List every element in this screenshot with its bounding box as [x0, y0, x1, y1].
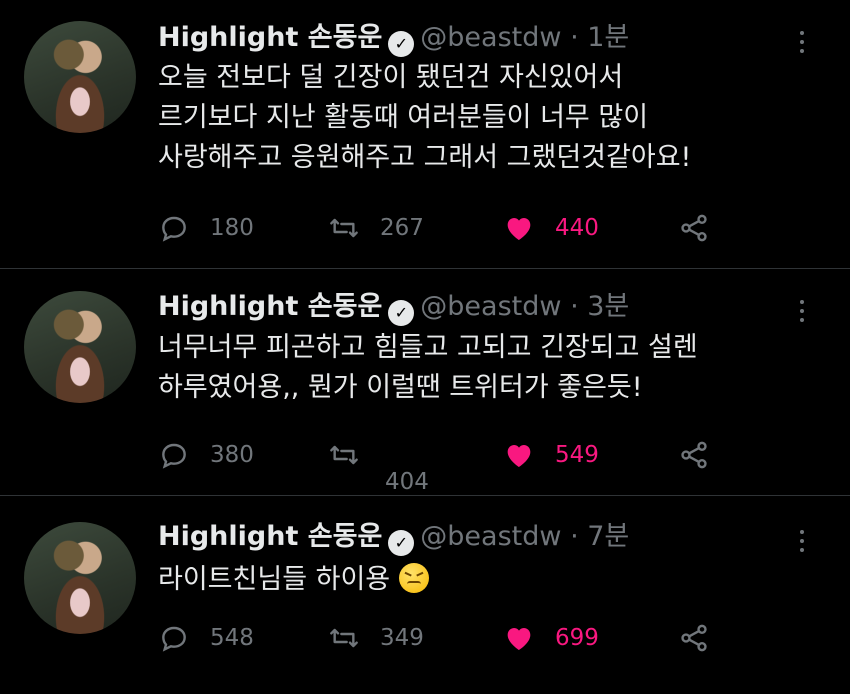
- retweet-button[interactable]: [328, 435, 360, 475]
- tweet-line: 하루였어용,, 뭔가 이럴땐 트위터가 좋은듯!: [158, 372, 643, 403]
- reply-count: 548: [210, 625, 254, 651]
- tweet-text: 너무너무 피곤하고 힘들고 고되고 긴장되고 설렌 하루였어용,, 뭔가 이럴땐…: [158, 328, 698, 408]
- tweet-text: 오늘 전보다 덜 긴장이 됐던건 자신있어서 르기보다 지난 활동때 여러분들이…: [158, 58, 691, 178]
- retweet-button[interactable]: 267: [328, 208, 424, 248]
- like-count: 699: [555, 625, 599, 651]
- more-icon[interactable]: [800, 26, 804, 58]
- tweet-3[interactable]: Highlight 손동운 ✓ @beastdw · 7분 라이트친님들 하이용 5…: [0, 496, 850, 694]
- tweet-line: 사랑해주고 응원해주고 그래서 그랬던것같아요!: [158, 142, 692, 173]
- heart-icon: [507, 628, 531, 650]
- like-button[interactable]: 440: [503, 208, 599, 248]
- tweet-line: 오늘 전보다 덜 긴장이 됐던건 자신있어서: [158, 62, 624, 93]
- share-button[interactable]: [678, 208, 710, 248]
- reply-count: 180: [210, 215, 254, 241]
- tweet-header: Highlight 손동운 ✓ @beastdw · 7분: [158, 521, 629, 556]
- avatar[interactable]: [24, 291, 136, 403]
- retweet-count: 404: [385, 469, 429, 495]
- verified-badge-icon: ✓: [388, 31, 415, 57]
- tweet-2[interactable]: Highlight 손동운 ✓ @beastdw · 3분 너무너무 피곤하고 힘들…: [0, 269, 850, 495]
- handle[interactable]: @beastdw: [420, 22, 561, 53]
- timestamp[interactable]: 3분: [587, 291, 629, 322]
- handle[interactable]: @beastdw: [420, 521, 561, 552]
- retweet-icon: [330, 628, 358, 648]
- timestamp[interactable]: 7분: [587, 521, 629, 552]
- retweet-button[interactable]: 349: [328, 618, 424, 658]
- tweet-line: 라이트친님들 하이용: [158, 560, 429, 600]
- retweet-count: 267: [380, 215, 424, 241]
- timestamp[interactable]: 1분: [587, 22, 629, 53]
- like-button[interactable]: 699: [503, 618, 599, 658]
- share-icon: [681, 441, 707, 469]
- reply-icon: [162, 626, 186, 652]
- separator: ·: [570, 291, 579, 322]
- handle[interactable]: @beastdw: [420, 291, 561, 322]
- retweet-icon: [330, 445, 358, 465]
- tweet-actions: 380 549: [158, 435, 718, 475]
- tweet-actions: 180 267 440: [158, 208, 718, 248]
- share-button[interactable]: [678, 435, 710, 475]
- tweet-line: 르기보다 지난 활동때 여러분들이 너무 많이: [158, 102, 649, 133]
- display-name[interactable]: Highlight 손동운: [158, 291, 382, 322]
- reply-button[interactable]: 548: [158, 618, 254, 658]
- display-name[interactable]: Highlight 손동운: [158, 521, 382, 552]
- avatar[interactable]: [24, 522, 136, 634]
- share-icon: [681, 214, 707, 242]
- share-button[interactable]: [678, 618, 710, 658]
- avatar[interactable]: [24, 21, 136, 133]
- tweet-line: 너무너무 피곤하고 힘들고 고되고 긴장되고 설렌: [158, 332, 698, 363]
- like-button[interactable]: 549: [503, 435, 599, 475]
- tweet-text: 라이트친님들 하이용: [158, 560, 429, 600]
- heart-icon: [507, 218, 531, 240]
- tweet-actions: 548 349 699: [158, 618, 718, 658]
- more-icon[interactable]: [800, 295, 804, 327]
- reply-icon: [162, 216, 186, 242]
- confounded-face-emoji: [398, 563, 429, 593]
- display-name[interactable]: Highlight 손동운: [158, 22, 382, 53]
- heart-icon: [507, 445, 531, 467]
- like-count: 549: [555, 442, 599, 468]
- tweet-header: Highlight 손동운 ✓ @beastdw · 3분: [158, 291, 629, 326]
- tweet-line-text: 라이트친님들 하이용: [158, 564, 391, 595]
- reply-icon: [162, 443, 186, 469]
- separator: ·: [570, 521, 579, 552]
- tweet-1[interactable]: Highlight 손동운 ✓ @beastdw · 1분 오늘 전보다 덜 긴장이…: [0, 0, 850, 268]
- verified-badge-icon: ✓: [388, 300, 415, 326]
- share-icon: [681, 624, 707, 652]
- like-count: 440: [555, 215, 599, 241]
- tweet-header: Highlight 손동운 ✓ @beastdw · 1분: [158, 22, 629, 57]
- reply-button[interactable]: 180: [158, 208, 254, 248]
- separator: ·: [570, 22, 579, 53]
- verified-badge-icon: ✓: [388, 530, 415, 556]
- retweet-count: 349: [380, 625, 424, 651]
- reply-button[interactable]: 380: [158, 435, 254, 475]
- retweet-icon: [330, 218, 358, 238]
- more-icon[interactable]: [800, 525, 804, 557]
- reply-count: 380: [210, 442, 254, 468]
